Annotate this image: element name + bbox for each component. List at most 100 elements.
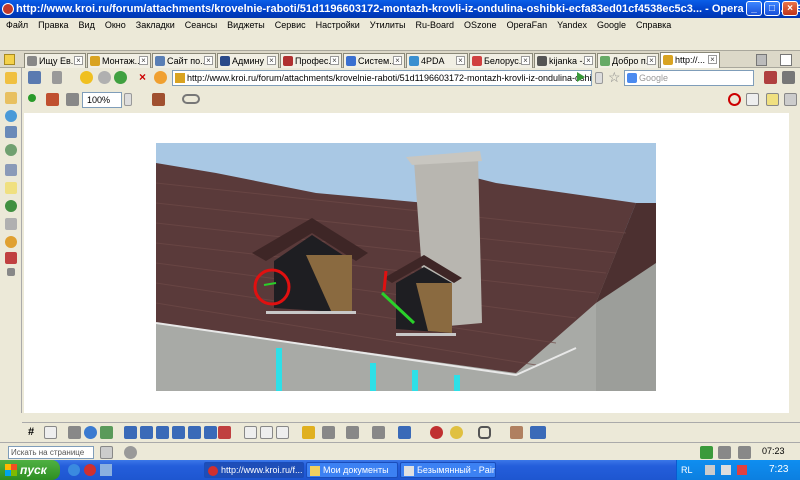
quick-launch-ie-icon[interactable] [68,464,80,476]
tab-7[interactable]: 4PDA × [406,53,468,68]
tab-close-icon[interactable]: × [708,55,717,64]
tab-6[interactable]: Систем... × [343,53,405,68]
speaker-icon[interactable] [738,446,751,459]
stop-icon[interactable]: × [136,71,149,84]
trash-icon[interactable] [756,54,767,66]
vertical-scrollbar[interactable] [789,113,800,413]
mail-panel-icon[interactable] [5,92,17,104]
chat-icon[interactable] [44,426,57,439]
quote-icon[interactable] [218,426,231,439]
glasses-icon[interactable] [182,94,200,104]
tools-icon[interactable] [764,71,777,84]
taskbar-item-opera[interactable]: http://www.kroi.ru/f... [204,462,304,478]
forward-icon[interactable] [98,71,111,84]
binoculars-icon[interactable] [478,426,491,439]
add-panel-icon[interactable] [7,268,15,276]
translate-icon[interactable] [530,426,546,439]
numbered-list-icon[interactable] [398,426,411,439]
tab-close-icon[interactable]: × [330,56,339,65]
menu-file[interactable]: Файл [6,18,28,32]
taskbar-item-paint[interactable]: Безымянный - Paint [400,462,496,478]
menu-widgets[interactable]: Виджеты [227,18,265,32]
dollar-icon[interactable] [302,426,315,439]
language-indicator[interactable]: RL [681,460,693,480]
tab-4[interactable]: Админу ... × [217,53,279,68]
globe-icon[interactable] [84,426,97,439]
b-icon[interactable] [700,446,713,459]
list-icon[interactable] [372,426,385,439]
tab-close-icon[interactable]: × [139,56,148,65]
tab-3[interactable]: Сайт по... × [152,53,216,68]
images-icon[interactable] [152,93,165,106]
notes-icon[interactable] [766,93,779,106]
align-center-icon[interactable] [260,426,273,439]
tray-network-icon[interactable] [705,465,715,475]
tab-close-icon[interactable]: × [393,56,402,65]
menu-window[interactable]: Окно [105,18,126,32]
smile-icon[interactable] [450,426,463,439]
bold-icon[interactable] [124,426,137,439]
font-style-icon[interactable] [346,426,359,439]
spellcheck-icon[interactable] [430,426,443,439]
minimize-button[interactable]: _ [746,1,762,16]
maximize-button[interactable]: □ [764,1,780,16]
print-icon[interactable] [784,93,797,106]
menu-settings[interactable]: Настройки [316,18,360,32]
menu-utilities[interactable]: Утилиты [370,18,406,32]
quick-launch-opera-icon[interactable] [84,464,96,476]
bookmarks-panel-icon[interactable] [5,72,17,84]
tab-close-icon[interactable]: × [647,56,656,65]
reload-icon[interactable] [154,71,167,84]
menu-yandex[interactable]: Yandex [557,18,587,32]
menu-help[interactable]: Справка [636,18,671,32]
taskbar-item-my-documents[interactable]: Мои документы [306,462,398,478]
trash-status-icon[interactable] [718,446,731,459]
widgets-panel-icon[interactable] [5,200,17,212]
align-right-icon[interactable] [276,426,289,439]
tab-close-icon[interactable]: × [74,56,83,65]
tray-security-icon[interactable] [737,465,747,475]
quick-launch-desktop-icon[interactable] [100,464,112,476]
menu-operafan[interactable]: OperaFan [507,18,548,32]
start-button[interactable]: пуск [0,460,60,480]
tab-2[interactable]: Монтаж... × [87,53,151,68]
fit-width-icon[interactable] [46,93,59,106]
address-field[interactable]: http://www.kroi.ru/forum/attachments/kro… [172,70,592,86]
bookmark-star-icon[interactable]: ☆ [608,70,621,84]
go-icon[interactable] [577,72,585,82]
menu-view[interactable]: Вид [79,18,95,32]
underline-icon[interactable] [156,426,169,439]
tab-10[interactable]: Добро п... × [597,53,659,68]
font-icon[interactable] [188,426,201,439]
menu-ruboard[interactable]: Ru-Board [416,18,455,32]
opera-o-icon[interactable] [728,93,741,106]
find-in-page-field[interactable]: Искать на странице [8,446,94,459]
menu-service[interactable]: Сервис [275,18,306,32]
zoom-dropdown-icon[interactable] [124,93,132,106]
page-icon[interactable] [746,93,759,106]
search-field[interactable]: Google [624,70,754,86]
address-dropdown-icon[interactable] [595,72,603,84]
wand-icon[interactable] [52,71,62,84]
highlight-icon[interactable] [124,446,137,459]
notes-panel-icon[interactable] [5,182,17,194]
forward-green-icon[interactable] [114,71,127,84]
close-button[interactable]: × [782,1,798,16]
strike-icon[interactable] [172,426,185,439]
contacts-panel-icon[interactable] [5,126,17,138]
green-dot-icon[interactable] [28,94,36,102]
tab-9[interactable]: kijanka -... × [534,53,596,68]
zoom-icon[interactable] [66,93,79,106]
tab-8[interactable]: Белорус... × [469,53,533,68]
menu-edit[interactable]: Правка [38,18,68,32]
panel-toggle-icon[interactable] [28,71,41,84]
window-menu-icon[interactable] [780,54,792,66]
find-next-icon[interactable] [100,446,113,459]
tray-volume-icon[interactable] [721,465,731,475]
zoom-select[interactable]: 100% [82,92,122,108]
user-icon[interactable] [510,426,523,439]
tab-1[interactable]: Ищу Ев... × [24,53,86,68]
disk-icon[interactable] [68,426,81,439]
back-icon[interactable] [80,71,93,84]
menu-oszone[interactable]: OSzone [464,18,497,32]
